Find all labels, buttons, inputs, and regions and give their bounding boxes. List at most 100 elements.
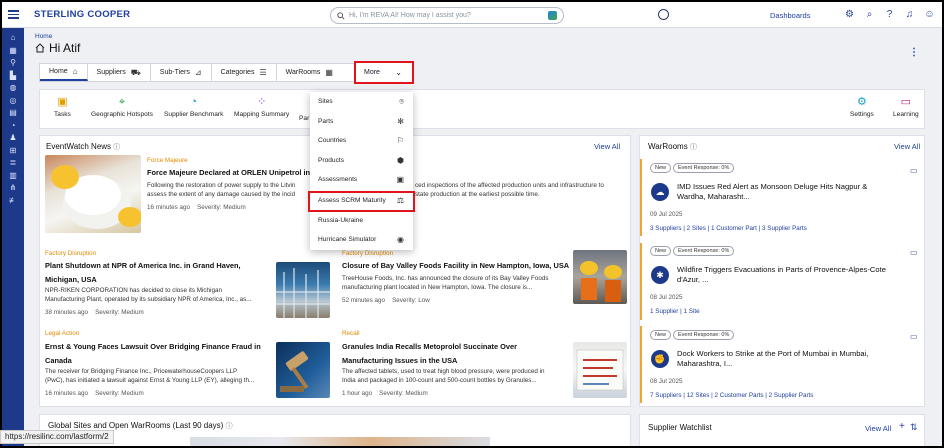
target-icon[interactable]: ◎ — [8, 96, 18, 105]
news-image-factory[interactable] — [276, 262, 330, 318]
user-icon[interactable]: ☺ — [924, 9, 935, 20]
news-title-line-1[interactable]: Granules India Recalls Metoprolol Succin… — [342, 342, 517, 353]
factory-icon[interactable]: ▙ — [8, 71, 18, 80]
box-icon: ⬢ — [397, 155, 404, 165]
news-title-line-1[interactable]: Plant Shutdown at NPR of America Inc. in… — [45, 261, 241, 272]
info-icon[interactable]: ⓘ — [113, 144, 120, 151]
info-icon[interactable]: ⓘ — [226, 423, 233, 430]
menu-item-assessments[interactable]: Assessments ▣ — [310, 170, 413, 190]
warroom-title-line-1[interactable]: IMD Issues Red Alert as Monsoon Deluge H… — [677, 182, 867, 193]
news-title[interactable]: Closure of Bay Valley Foods Facility in … — [342, 261, 569, 272]
add-icon[interactable]: + — [899, 421, 905, 432]
tab-sub-tiers[interactable]: Sub-Tiers ⊿ — [151, 64, 212, 81]
warroom-impact-links[interactable]: 3 Suppliers | 2 Sites | 1 Customer Part … — [650, 225, 807, 232]
home-icon[interactable]: ⌂ — [8, 33, 18, 42]
info-icon[interactable]: ⓘ — [690, 144, 697, 151]
menu-item-countries[interactable]: Countries ⚐ — [310, 131, 413, 151]
globe-icon[interactable] — [658, 9, 669, 20]
quick-action-tasks[interactable]: ▣ Tasks — [54, 96, 71, 118]
dashboards-link[interactable]: Dashboards — [770, 11, 810, 20]
quick-action-geographic-hotspots[interactable]: ⌖ Geographic Hotspots — [91, 96, 153, 118]
world-map[interactable] — [190, 437, 490, 446]
top-bar: STERLING COOPER Hi, I'm REVA AI! How may… — [2, 2, 942, 28]
news-title-line-2[interactable]: Manufacturing Issues in the USA — [342, 356, 457, 367]
eventwatch-view-all-link[interactable]: View All — [594, 142, 620, 151]
kebab-menu-icon[interactable]: ⋮ — [909, 47, 919, 58]
globe-icon[interactable]: ◍ — [8, 83, 18, 92]
brand-logo[interactable]: STERLING COOPER — [34, 9, 130, 20]
quick-action-settings[interactable]: ⚙ Settings — [850, 96, 874, 118]
menu-item-russia-ukraine[interactable]: Russia-Ukraine — [310, 211, 413, 231]
news-image-recall-sign[interactable] — [573, 342, 627, 398]
main-tabs: Home ⌂ Suppliers ⛟ Sub-Tiers ⊿ Categories ☰ … — [39, 63, 392, 82]
warroom-item[interactable]: New Event Response: 0% ▭ ☁ IMD Issues Re… — [640, 159, 925, 236]
news-title[interactable]: Force Majeure Declared at ORLEN Unipetro… — [147, 168, 310, 179]
cart-icon[interactable]: ⊞ — [8, 146, 18, 155]
nodes-icon: ⁘ — [257, 96, 267, 108]
warroom-title-line-2[interactable]: Maharashtra, I... — [677, 359, 732, 370]
watchlist-view-all-link[interactable]: View All — [865, 424, 891, 433]
menu-item-hurricane-simulator[interactable]: Hurricane Simulator ◉ — [310, 230, 413, 250]
warroom-date: 08 Jul 2025 — [650, 294, 683, 301]
news-category: Force Majeure — [147, 157, 188, 164]
warroom-impact-links[interactable]: 1 Supplier | 1 Site — [650, 308, 700, 315]
calendar-icon: ▦ — [325, 68, 333, 77]
gear-icon[interactable]: ⚙ — [844, 9, 855, 20]
chat-icon[interactable]: ▭ — [910, 166, 918, 175]
search-input[interactable]: Hi, I'm REVA AI! How may I assist you? — [330, 7, 564, 24]
sort-icon[interactable]: ⇅ — [910, 422, 918, 433]
search-icon[interactable]: ⌕ — [864, 9, 875, 20]
suppliers-icon: ⛟ — [130, 67, 141, 77]
bell-icon[interactable]: ♫ — [904, 9, 915, 20]
hamburger-menu-icon[interactable] — [2, 2, 24, 28]
list-icon[interactable]: ≣ — [8, 158, 18, 167]
strike-icon: ✊ — [651, 350, 669, 368]
quick-action-mapping-summary[interactable]: ⁘ Mapping Summary — [234, 96, 289, 118]
warroom-impact-links[interactable]: 7 Suppliers | 12 Sites | 2 Customer Part… — [650, 392, 813, 399]
event-response-badge: Event Response: 0% — [673, 330, 735, 340]
warroom-title-line-2[interactable]: d'Azur, ... — [677, 275, 708, 286]
settings-sliders-icon[interactable]: ≢ — [8, 196, 18, 205]
warroom-item[interactable]: New Event Response: 0% ▭ ✊ Dock Workers … — [640, 326, 925, 403]
news-category: Legal Action — [45, 330, 80, 337]
gauge-icon[interactable]: ◔ — [8, 121, 18, 130]
news-title-line-1[interactable]: Ernst & Young Faces Lawsuit Over Bridgin… — [45, 342, 261, 353]
warroom-title-line-1[interactable]: Wildfire Triggers Evacuations in Parts o… — [677, 265, 886, 276]
quick-action-supplier-benchmark[interactable]: ◔ Supplier Benchmark — [164, 96, 223, 118]
menu-item-products[interactable]: Products ⬢ — [310, 151, 413, 171]
news-meta: 38 minutes ago Severity: Medium — [45, 309, 144, 316]
menu-item-parts[interactable]: Parts ✻ — [310, 112, 413, 132]
warroom-item[interactable]: New Event Response: 0% ▭ ✱ Wildfire Trig… — [640, 243, 925, 320]
tab-home[interactable]: Home ⌂ — [40, 64, 88, 81]
warrooms-view-all-link[interactable]: View All — [894, 142, 920, 151]
calendar-icon[interactable]: ▦ — [8, 46, 18, 55]
help-icon[interactable]: ? — [884, 9, 895, 20]
breadcrumb[interactable]: Home — [35, 33, 80, 40]
reva-ai-icon[interactable] — [548, 11, 557, 20]
gear-parts-icon: ✻ — [397, 116, 404, 126]
wildfire-icon: ✱ — [651, 266, 669, 284]
warroom-title-line-2[interactable]: Wardha, Maharasht... — [677, 192, 750, 203]
quick-action-partial[interactable]: Par — [299, 115, 309, 122]
network-icon[interactable]: ⚲ — [8, 58, 18, 67]
tab-suppliers[interactable]: Suppliers ⛟ — [88, 64, 151, 81]
left-sidebar: ⌂ ▦ ⚲ ▙ ◍ ◎ ▤ ◔ ♟ ⊞ ≣ ▥ ⋔ ≢ — [2, 28, 24, 446]
hierarchy-icon[interactable]: ⋔ — [8, 183, 18, 192]
news-image-helmets[interactable] — [45, 155, 142, 233]
gauge-icon: ◔ — [190, 96, 198, 108]
document-icon[interactable]: ▤ — [8, 108, 18, 117]
tab-more[interactable]: More ⌄ — [354, 61, 414, 84]
quick-action-learning[interactable]: ▭ Learning — [893, 96, 919, 118]
news-title-line-2[interactable]: Canada — [45, 356, 72, 367]
tab-categories[interactable]: Categories ☰ — [212, 64, 277, 81]
chat-icon[interactable]: ▭ — [910, 332, 918, 341]
chat-icon[interactable]: ▭ — [910, 248, 918, 257]
location-pin-icon: ⌾ — [399, 96, 404, 106]
report-icon[interactable]: ▥ — [8, 171, 18, 180]
users-icon[interactable]: ♟ — [8, 133, 18, 142]
warroom-title-line-1[interactable]: Dock Workers to Strike at the Port of Mu… — [677, 349, 868, 360]
news-title-line-2[interactable]: Michigan, USA — [45, 275, 97, 286]
news-image-workers[interactable] — [573, 250, 627, 304]
menu-item-sites[interactable]: Sites ⌾ — [310, 92, 413, 112]
news-image-gavel[interactable] — [276, 342, 330, 398]
